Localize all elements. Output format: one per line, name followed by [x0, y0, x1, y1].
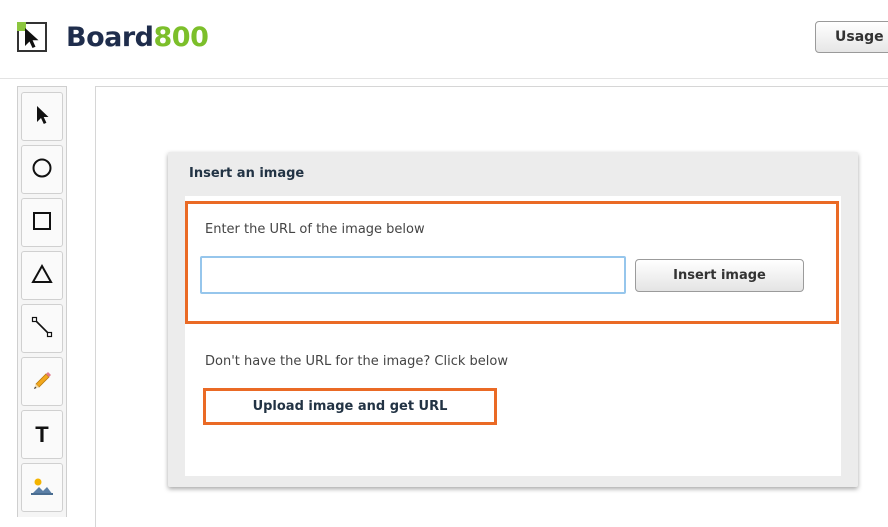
insert-image-button[interactable]: Insert image	[635, 259, 804, 292]
square-tool-button[interactable]	[21, 198, 63, 247]
image-url-input[interactable]	[200, 256, 626, 294]
app-logo-text: Board800	[66, 22, 209, 54]
text-tool-button[interactable]: T	[21, 410, 63, 459]
triangle-tool-button[interactable]	[21, 251, 63, 300]
pencil-tool-button[interactable]	[21, 357, 63, 406]
logo-text-board: Board	[66, 22, 154, 53]
app-header: Board800 Usage	[0, 0, 888, 79]
select-arrow-icon	[34, 105, 50, 129]
dialog-title: Insert an image	[189, 166, 305, 181]
line-icon	[31, 316, 53, 342]
url-instruction-label: Enter the URL of the image below	[205, 222, 425, 237]
image-tool-button[interactable]	[21, 463, 63, 512]
usage-button[interactable]: Usage	[815, 21, 888, 53]
select-tool-button[interactable]	[21, 92, 63, 141]
logo-icon	[17, 22, 47, 52]
circle-icon	[31, 157, 53, 183]
logo-text-800: 800	[153, 22, 209, 53]
circle-tool-button[interactable]	[21, 145, 63, 194]
text-icon: T	[35, 421, 49, 447]
upload-instruction-label: Don't have the URL for the image? Click …	[205, 354, 508, 369]
drawing-toolbar: T	[17, 86, 67, 517]
square-icon	[31, 210, 53, 236]
upload-image-button[interactable]: Upload image and get URL	[209, 394, 491, 420]
triangle-icon	[31, 263, 53, 289]
line-tool-button[interactable]	[21, 304, 63, 353]
image-icon	[30, 476, 54, 500]
pencil-icon	[31, 369, 53, 395]
